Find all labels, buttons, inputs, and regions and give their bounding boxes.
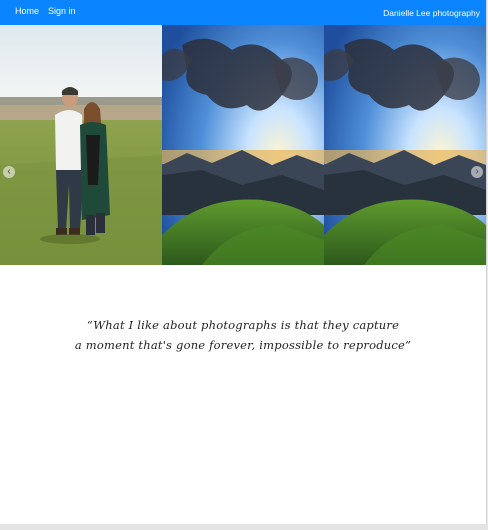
nav-sign-in-link[interactable]: Sign in [48,6,76,16]
bottom-strip [0,524,488,530]
carousel-next-icon[interactable]: › [471,166,483,178]
carousel-slide-couple [0,25,162,265]
landscape-photo [324,25,486,265]
carousel-prev-icon[interactable]: ‹ [3,166,15,178]
quote-line-1: “What I like about photographs is that t… [86,318,400,332]
carousel-slide-landscape-1 [162,25,324,265]
landscape-photo [162,25,324,265]
nav-home-link[interactable]: Home [15,6,39,16]
couple-photo [0,25,162,265]
quote-line-2: a moment that's gone forever, impossible… [74,337,412,352]
navbar: Home Sign in Danielle Lee photography [0,0,486,25]
carousel-slide-landscape-2 [324,25,486,265]
photo-carousel[interactable]: ‹ › [0,25,486,265]
page: Home Sign in Danielle Lee photography ‹ … [0,0,487,524]
quote-block: “What I like about photographs is that t… [0,316,486,355]
brand-title[interactable]: Danielle Lee photography [383,8,480,18]
